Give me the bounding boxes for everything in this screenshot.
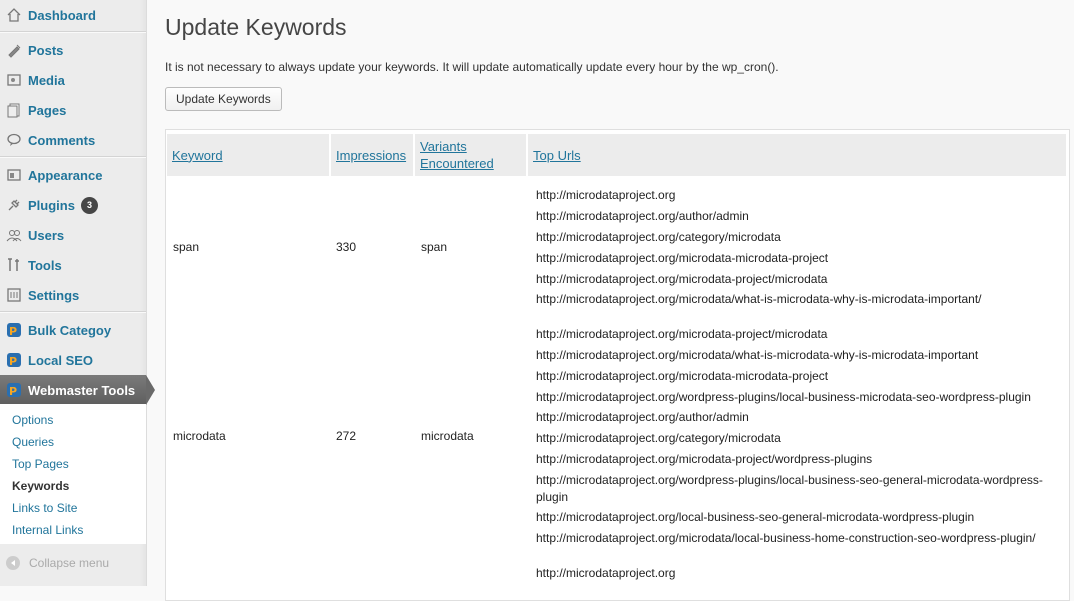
- sidebar-item-dashboard[interactable]: Dashboard: [0, 0, 146, 30]
- collapse-menu-button[interactable]: Collapse menu: [6, 556, 109, 570]
- sidebar-item-posts[interactable]: Posts: [0, 35, 146, 65]
- submenu-item-internal-links[interactable]: Internal Links: [12, 523, 83, 537]
- svg-text:P: P: [9, 355, 17, 368]
- sidebar-item-label: Local SEO: [28, 352, 94, 368]
- keywords-table: Keyword Impressions Variants Encountered…: [165, 129, 1070, 601]
- row-url-wrap: plugin: [536, 490, 569, 504]
- pages-icon: [6, 102, 22, 118]
- row-url: http://microdataproject.org/microdata/lo…: [536, 531, 1036, 545]
- svg-text:P: P: [9, 385, 17, 398]
- row-url: http://microdataproject.org/microdata-mi…: [536, 369, 829, 383]
- comments-icon: [6, 132, 22, 148]
- sidebar-item-label: Bulk Categoy: [28, 322, 112, 338]
- sidebar-item-label: Posts: [28, 42, 64, 58]
- column-header-impressions[interactable]: Impressions: [331, 134, 413, 176]
- submenu-item-queries[interactable]: Queries: [12, 435, 54, 449]
- sidebar-item-bulk-category[interactable]: P Bulk Categoy: [0, 315, 146, 345]
- appearance-icon: [6, 167, 22, 183]
- row-url: http://microdataproject.org/category/mic…: [536, 431, 781, 445]
- row-impressions: 330: [336, 240, 357, 254]
- row-url: http://microdataproject.org/microdata-pr…: [536, 272, 828, 286]
- plugins-icon: [6, 197, 22, 213]
- sidebar-item-users[interactable]: Users: [0, 220, 146, 250]
- sidebar-item-label: Appearance: [28, 167, 103, 183]
- sidebar-item-webmaster-tools[interactable]: P Webmaster Tools: [0, 375, 155, 405]
- row-url: http://microdataproject.org/microdata-pr…: [536, 327, 828, 341]
- sidebar-item-label: Webmaster Tools: [28, 382, 136, 398]
- plugin-logo-icon: P: [6, 352, 22, 368]
- sidebar-item-label: Users: [28, 227, 65, 243]
- row-url: http://microdataproject.org/category/mic…: [536, 230, 781, 244]
- column-header-variants[interactable]: Variants Encountered: [415, 134, 526, 176]
- posts-icon: [6, 42, 22, 58]
- sidebar-item-label: Settings: [28, 287, 80, 303]
- row-url: http://microdataproject.org: [536, 188, 676, 202]
- sidebar-item-label: Comments: [28, 132, 96, 148]
- collapse-arrow-icon: [6, 556, 20, 570]
- page-title: Update Keywords: [165, 14, 347, 40]
- row-url: http://microdataproject.org/microdata/wh…: [536, 292, 982, 306]
- plugin-logo-icon: P: [6, 382, 22, 398]
- column-header-variants-line1: Variants: [420, 139, 467, 154]
- settings-icon: [6, 287, 22, 303]
- row-url: http://microdataproject.org/author/admin: [536, 410, 749, 424]
- sidebar-item-media[interactable]: Media: [0, 65, 146, 95]
- menu-separator: [0, 311, 146, 313]
- collapse-label: Collapse menu: [29, 556, 110, 570]
- admin-sidebar: Dashboard Posts Media Pages Comments App…: [0, 0, 155, 586]
- sidebar-item-tools[interactable]: Tools: [0, 250, 146, 280]
- row-keyword: span: [173, 240, 200, 254]
- sidebar-item-label: Dashboard: [28, 7, 96, 23]
- submenu-item-links-to-site[interactable]: Links to Site: [12, 501, 77, 515]
- sidebar-item-label: Pages: [28, 102, 67, 118]
- submenu-item-keywords[interactable]: Keywords: [12, 479, 69, 493]
- menu-separator: [0, 31, 146, 33]
- sidebar-item-settings[interactable]: Settings: [0, 280, 146, 310]
- submenu-item-options[interactable]: Options: [12, 413, 53, 427]
- row-variants: span: [421, 240, 448, 254]
- plugin-logo-icon: P: [6, 322, 22, 338]
- menu-separator: [0, 156, 146, 158]
- row-impressions: 272: [336, 429, 357, 443]
- submenu-item-top-pages[interactable]: Top Pages: [12, 457, 69, 471]
- sidebar-item-comments[interactable]: Comments: [0, 125, 146, 155]
- row-url: http://microdataproject.org/microdata-mi…: [536, 251, 829, 265]
- row-url: http://microdataproject.org/microdata-pr…: [536, 452, 873, 466]
- row-url: http://microdataproject.org/local-busine…: [536, 510, 975, 524]
- row-variants: microdata: [421, 429, 474, 443]
- dashboard-icon: [6, 7, 22, 23]
- intro-text: It is not necessary to always update you…: [165, 60, 779, 74]
- tools-icon: [6, 257, 22, 273]
- row-keyword: microdata: [173, 429, 226, 443]
- row-url: http://microdataproject.org/wordpress-pl…: [536, 390, 1031, 404]
- update-count-badge: 3: [80, 196, 98, 214]
- sidebar-item-label: Media: [28, 72, 65, 88]
- row-url: http://microdataproject.org/wordpress-pl…: [536, 473, 1043, 487]
- sidebar-item-label: Tools: [28, 257, 62, 273]
- sidebar-item-appearance[interactable]: Appearance: [0, 160, 146, 190]
- sidebar-item-label: Plugins: [28, 197, 75, 213]
- column-header-variants-line2: Encountered: [420, 156, 494, 171]
- row-url: http://microdataproject.org: [536, 566, 676, 580]
- sidebar-item-local-seo[interactable]: P Local SEO: [0, 345, 146, 375]
- row-url: http://microdataproject.org/microdata/wh…: [536, 348, 979, 362]
- sidebar-item-pages[interactable]: Pages: [0, 95, 146, 125]
- svg-text:P: P: [9, 325, 17, 338]
- column-header-top-urls[interactable]: Top Urls: [528, 134, 1066, 176]
- sidebar-item-plugins[interactable]: Plugins 3: [0, 190, 146, 220]
- row-url: http://microdataproject.org/author/admin: [536, 209, 749, 223]
- webmaster-tools-submenu: Options Queries Top Pages Keywords Links…: [0, 404, 146, 544]
- media-icon: [6, 72, 22, 88]
- update-keywords-button[interactable]: Update Keywords: [165, 87, 282, 111]
- column-header-keyword[interactable]: Keyword: [167, 134, 329, 176]
- users-icon: [6, 227, 22, 243]
